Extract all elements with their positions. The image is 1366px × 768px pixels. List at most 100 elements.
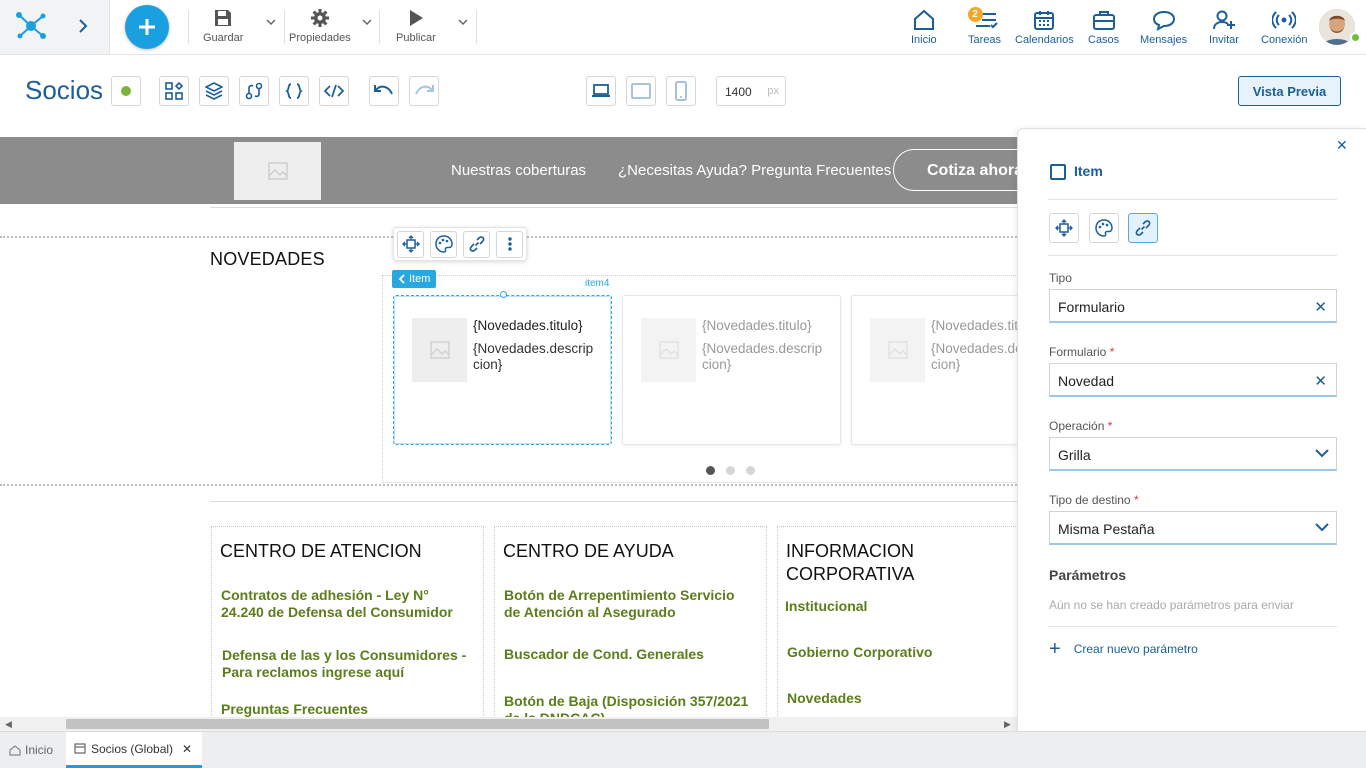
- add-button[interactable]: [125, 5, 169, 49]
- tablet-view-button[interactable]: [626, 76, 656, 106]
- footer-column[interactable]: CENTRO DE AYUDA Botón de Arrepentimiento…: [494, 526, 767, 717]
- header-link-coberturas[interactable]: Nuestras coberturas: [451, 162, 586, 179]
- tab-inicio[interactable]: Inicio: [9, 732, 53, 768]
- status-button[interactable]: [111, 76, 141, 106]
- tipo-field[interactable]: Formulario ✕: [1049, 289, 1337, 323]
- properties-tool[interactable]: Propiedades: [289, 8, 351, 48]
- more-vertical-icon: [507, 237, 512, 251]
- news-card[interactable]: {Novedades.titulo} {Novedades.descripcio…: [622, 295, 841, 445]
- footer-link[interactable]: Gobierno Corporativo: [787, 644, 932, 661]
- resize-handle[interactable]: [500, 291, 507, 298]
- expand-menu-icon[interactable]: [77, 18, 89, 34]
- card-description[interactable]: {Novedades.descripcion}: [473, 341, 598, 373]
- close-icon[interactable]: ✕: [1336, 137, 1348, 154]
- card-title[interactable]: {Novedades.titulo}: [702, 318, 812, 333]
- flow-button[interactable]: [239, 76, 269, 106]
- undo-button[interactable]: [369, 76, 399, 106]
- footer-link[interactable]: Botón de Arrepentimiento Servicio de Ate…: [504, 587, 744, 621]
- card-image[interactable]: [870, 318, 925, 382]
- news-card[interactable]: {Novedades.titulo} {Novedades.descripcio…: [393, 291, 612, 445]
- braces-button[interactable]: [279, 76, 309, 106]
- clear-icon[interactable]: ✕: [1314, 372, 1327, 390]
- site-logo-placeholder[interactable]: [234, 142, 321, 200]
- tipo-destino-select[interactable]: Misma Pestaña: [1049, 511, 1337, 545]
- carousel-dot[interactable]: [726, 466, 735, 475]
- nav-conexion[interactable]: Conexión: [1261, 9, 1307, 46]
- carousel-pagination: [706, 466, 766, 475]
- clear-icon[interactable]: ✕: [1314, 298, 1327, 316]
- properties-chevron-down-icon[interactable]: [362, 18, 372, 26]
- card-title[interactable]: {Novedades.titulo}: [931, 318, 1017, 333]
- close-tab-icon[interactable]: ✕: [182, 742, 192, 756]
- desktop-view-button[interactable]: [586, 76, 616, 106]
- design-canvas[interactable]: Nuestras coberturas ¿Necesitas Ayuda? Pr…: [0, 137, 1017, 717]
- layers-button[interactable]: [199, 76, 229, 106]
- save-chevron-down-icon[interactable]: [266, 18, 276, 26]
- nav-casos[interactable]: Casos: [1088, 9, 1119, 46]
- style-button[interactable]: [430, 230, 457, 258]
- publish-chevron-down-icon[interactable]: [458, 18, 468, 26]
- components-button[interactable]: [159, 76, 189, 106]
- card-image[interactable]: [412, 318, 467, 382]
- carousel-dot[interactable]: [746, 466, 755, 475]
- nav-tareas[interactable]: 2 Tareas: [967, 7, 1001, 46]
- footer-column-title[interactable]: CENTRO DE AYUDA: [503, 540, 674, 563]
- create-param-button[interactable]: + Crear nuevo parámetro: [1049, 639, 1198, 659]
- more-options-button[interactable]: [496, 230, 523, 258]
- play-icon: [409, 10, 423, 26]
- operacion-select[interactable]: Grilla: [1049, 437, 1337, 471]
- chevron-down-icon[interactable]: [1315, 522, 1329, 532]
- formulario-field[interactable]: Novedad ✕: [1049, 363, 1337, 397]
- link-button[interactable]: [463, 230, 490, 258]
- chevron-down-icon[interactable]: [1315, 448, 1329, 458]
- nav-label: Inicio: [911, 34, 937, 46]
- news-card[interactable]: {Novedades.titulo} {Novedades.descripcio…: [851, 295, 1017, 445]
- footer-link[interactable]: Defensa de las y los Consumidores - Para…: [222, 647, 477, 681]
- section-title[interactable]: NOVEDADES: [210, 249, 325, 270]
- footer-column[interactable]: CENTRO DE ATENCION Contratos de adhesión…: [211, 526, 484, 717]
- move-button[interactable]: [397, 230, 424, 258]
- nav-invitar[interactable]: Invitar: [1209, 9, 1239, 46]
- canvas-width-input[interactable]: 1400 px: [716, 76, 786, 106]
- nav-mensajes[interactable]: Mensajes: [1140, 9, 1187, 46]
- panel-style-button[interactable]: [1089, 213, 1119, 243]
- panel-move-button[interactable]: [1049, 213, 1079, 243]
- card-image[interactable]: [641, 318, 696, 382]
- card-description[interactable]: {Novedades.descripcion}: [702, 341, 827, 373]
- footer-column-title[interactable]: INFORMACION CORPORATIVA: [786, 540, 956, 586]
- site-header[interactable]: Nuestras coberturas ¿Necesitas Ayuda? Pr…: [0, 137, 1017, 204]
- header-link-ayuda[interactable]: ¿Necesitas Ayuda? Pregunta Frecuentes: [618, 162, 891, 179]
- scrollbar-thumb[interactable]: [66, 719, 769, 729]
- scroll-left-icon[interactable]: ◀: [5, 719, 12, 730]
- cotiza-button[interactable]: Cotiza ahora: [893, 149, 1017, 191]
- footer-link[interactable]: Novedades: [787, 690, 862, 707]
- footer-link[interactable]: Botón de Baja (Disposición 357/2021 de l…: [504, 693, 762, 717]
- properties-panel: ✕ Item Tipo Formulario ✕ Formulario * No…: [1017, 128, 1366, 731]
- code-button[interactable]: [319, 76, 349, 106]
- nav-inicio[interactable]: Inicio: [911, 9, 937, 46]
- footer-link[interactable]: Preguntas Frecuentes: [221, 701, 368, 717]
- preview-button[interactable]: Vista Previa: [1238, 76, 1341, 106]
- footer-link[interactable]: Contratos de adhesión - Ley N° 24.240 de…: [221, 587, 471, 621]
- carousel-dot[interactable]: [706, 466, 715, 475]
- card-title[interactable]: {Novedades.titulo}: [473, 318, 583, 333]
- redo-button[interactable]: [409, 76, 439, 106]
- card-description[interactable]: {Novedades.descripcion}: [931, 341, 1017, 373]
- nav-calendarios[interactable]: Calendarios: [1015, 9, 1074, 46]
- footer-link[interactable]: Buscador de Cond. Generales: [504, 646, 704, 663]
- scroll-right-icon[interactable]: ▶: [1004, 719, 1011, 730]
- save-tool[interactable]: Guardar: [203, 8, 243, 48]
- publish-tool[interactable]: Publicar: [396, 8, 436, 48]
- tab-socios[interactable]: Socios (Global) ✕: [66, 732, 202, 768]
- operacion-value: Grilla: [1058, 447, 1091, 463]
- page-toolbar: Socios 1400 px Vista Previa: [0, 55, 1366, 127]
- footer-column[interactable]: INFORMACION CORPORATIVA Institucional Go…: [777, 526, 1017, 717]
- item-checkbox[interactable]: [1050, 164, 1066, 180]
- panel-link-button[interactable]: [1128, 213, 1158, 243]
- footer-column-title[interactable]: CENTRO DE ATENCION: [220, 540, 422, 563]
- app-logo-icon[interactable]: [14, 10, 48, 42]
- footer-link[interactable]: Institucional: [785, 598, 867, 615]
- horizontal-scrollbar[interactable]: ◀ ▶: [0, 717, 1017, 731]
- item-selection-tag[interactable]: Item: [392, 270, 437, 288]
- mobile-view-button[interactable]: [666, 76, 696, 106]
